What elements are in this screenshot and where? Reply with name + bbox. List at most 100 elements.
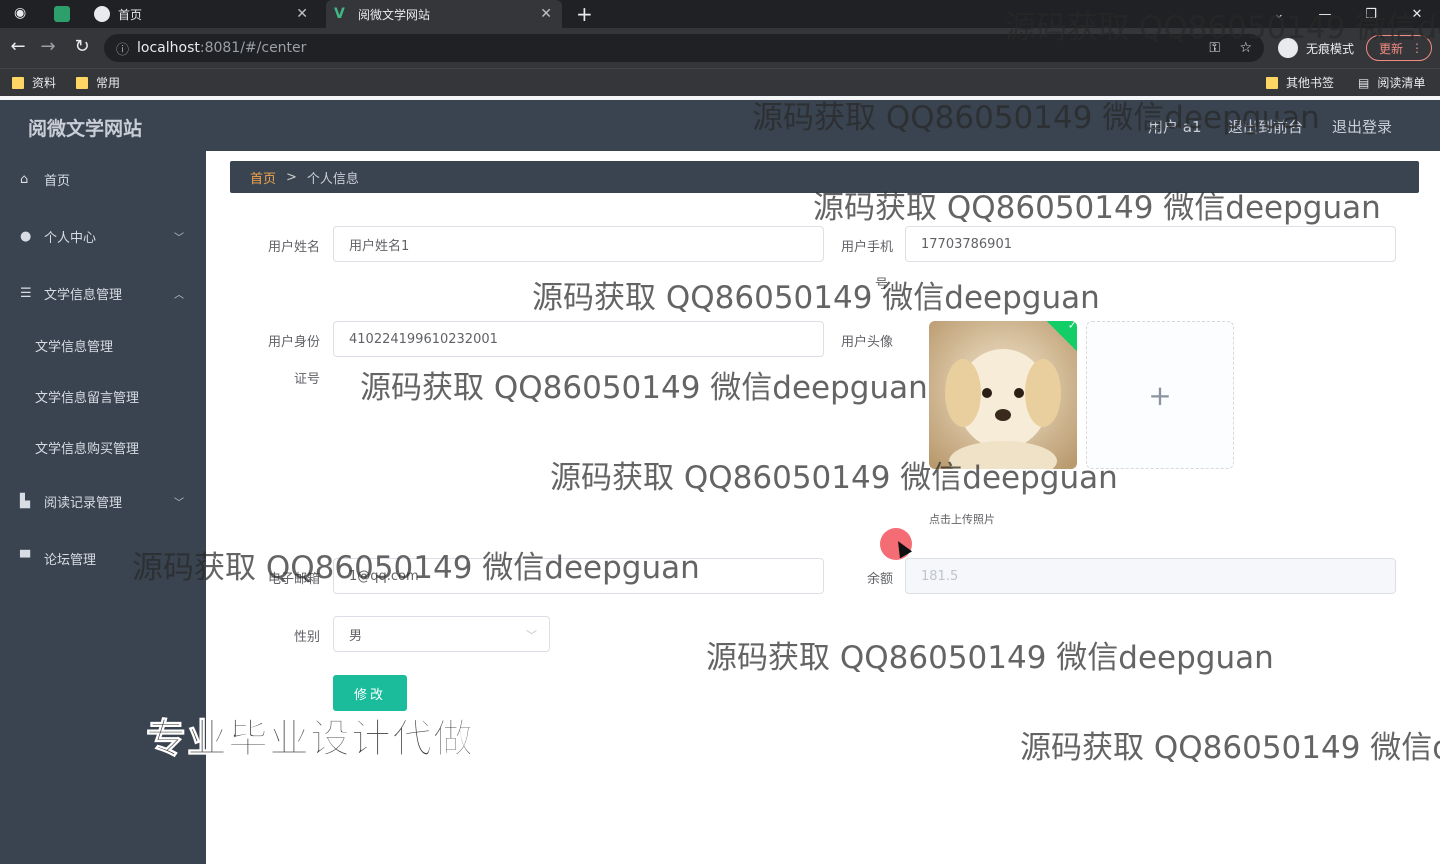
username-label: 用户姓名 (267, 240, 320, 255)
close-icon[interactable]: ✕ (296, 6, 308, 22)
reload-icon[interactable]: ↻ (70, 36, 94, 57)
tab-label: 阅微文学网站 (358, 7, 431, 22)
upload-button[interactable]: + (1086, 321, 1234, 469)
sidebar-item-label: 论坛管理 (44, 552, 97, 568)
close-window-icon[interactable]: ✕ (1394, 0, 1440, 28)
globe-icon (94, 6, 110, 22)
check-icon: ✓ (1068, 321, 1077, 332)
url-input[interactable]: ⓘ localhost:8081/#/center ⚿ ☆ (104, 34, 1264, 62)
breadcrumb-home[interactable]: 首页 (250, 168, 276, 187)
restore-icon[interactable]: ❐ (1348, 0, 1394, 28)
profile-form: 用户姓名 用户姓名1 用户手机 号 17703786901 用户身份 证号 41… (230, 201, 1419, 731)
breadcrumb-current: 个人信息 (306, 171, 359, 187)
new-tab-button[interactable]: + (576, 2, 593, 26)
phone-label-wrap: 号 (874, 277, 888, 292)
email-field[interactable]: 1@qq.com (333, 558, 824, 594)
sidebar-item-label: 阅读记录管理 (44, 495, 123, 511)
phone-value: 17703786901 (921, 236, 1012, 252)
submit-button[interactable]: 修改 (333, 675, 407, 711)
idcard-field[interactable]: 410224199610232001 (333, 321, 824, 357)
reading-list[interactable]: ▤ 阅读清单 (1358, 74, 1425, 91)
tab-search-icon[interactable]: ⌄ (1256, 0, 1302, 28)
pinned-tab-icon[interactable] (54, 6, 70, 22)
balance-value: 181.5 (921, 568, 959, 584)
url-host: localhost (137, 40, 200, 56)
tab-site[interactable]: V 阅微文学网站 ✕ (326, 0, 562, 28)
forward-icon[interactable]: → (36, 36, 60, 57)
browser-menu-icon[interactable]: ◉ (14, 5, 26, 21)
folder-icon (12, 76, 24, 89)
reading-icon: ▙ (20, 494, 30, 509)
idcard-label-wrap: 证号 (293, 372, 320, 387)
sidebar-item-label: 首页 (44, 173, 71, 189)
back-icon[interactable]: ← (6, 36, 30, 57)
chevron-down-icon: ﹀ (526, 629, 537, 642)
sidebar-subitem-literature-comments[interactable]: 文学信息留言管理 (0, 376, 206, 416)
sidebar-item-label: 个人中心 (44, 230, 97, 246)
back-to-front-link[interactable]: 退出到前台 (1228, 116, 1303, 137)
info-icon[interactable]: ⓘ (116, 39, 129, 58)
window-controls: ⌄ — ❐ ✕ (1256, 0, 1440, 28)
sidebar-item-home[interactable]: ⌂ 首页 (0, 159, 206, 199)
update-button[interactable]: 更新 ⋮ (1366, 35, 1432, 61)
sidebar-subitem-literature-purchases[interactable]: 文学信息购买管理 (0, 427, 206, 467)
current-user: 用户 a1 (1148, 118, 1202, 136)
other-bookmarks[interactable]: 其他书签 (1266, 74, 1334, 91)
list-icon: ☰ (20, 286, 32, 301)
email-label: 电子邮箱 (267, 572, 320, 587)
bookmarks-bar: 资料 常用 其他书签 ▤ 阅读清单 (0, 68, 1440, 96)
bookmark-folder[interactable]: 常用 (76, 74, 120, 91)
incognito-icon (1277, 38, 1298, 58)
phone-field[interactable]: 17703786901 (905, 226, 1396, 262)
idcard-value: 410224199610232001 (349, 331, 498, 347)
main-content: 首页 > 个人信息 用户姓名 用户姓名1 用户手机 号 17703786901 … (206, 151, 1440, 864)
star-icon[interactable]: ☆ (1239, 40, 1252, 56)
sidebar: ⌂ 首页 ● 个人中心 ﹀ ☰ 文学信息管理 ︿ 文学信息管理 文学信息留言管理… (0, 151, 206, 864)
gender-value: 男 (349, 628, 363, 644)
logout-link[interactable]: 退出登录 (1332, 116, 1392, 137)
close-icon[interactable]: ✕ (540, 6, 552, 22)
browser-tab-strip: ◉ 首页 ✕ V 阅微文学网站 ✕ + ⌄ — ❐ ✕ (0, 0, 1440, 28)
breadcrumb-separator: > (286, 169, 297, 185)
sidebar-subitem-literature-info[interactable]: 文学信息管理 (0, 325, 206, 365)
sidebar-item-forum[interactable]: ▀ 论坛管理 (0, 538, 206, 578)
home-icon: ⌂ (20, 172, 29, 187)
minimize-icon[interactable]: — (1302, 0, 1348, 28)
bookmark-folder[interactable]: 资料 (12, 74, 56, 91)
idcard-label: 用户身份 (267, 335, 320, 350)
balance-field[interactable]: 181.5 (905, 558, 1396, 594)
sidebar-item-literature-management[interactable]: ☰ 文学信息管理 ︿ (0, 273, 206, 313)
update-label: 更新 (1379, 41, 1404, 56)
folder-icon (76, 76, 88, 89)
bookmark-label: 常用 (96, 76, 121, 90)
email-value: 1@qq.com (349, 568, 419, 584)
app-header: 阅微文学网站 用户 a1 退出到前台 退出登录 (0, 100, 1440, 151)
chevron-down-icon: ﹀ (174, 232, 184, 244)
username-field[interactable]: 用户姓名1 (333, 226, 824, 262)
puppy-photo (929, 321, 1077, 469)
plus-icon: + (1148, 378, 1172, 412)
incognito-label: 无痕模式 (1305, 41, 1354, 56)
key-icon[interactable]: ⚿ (1209, 40, 1220, 56)
user-icon: ● (20, 229, 32, 244)
phone-label: 用户手机 (840, 240, 893, 255)
tab-home[interactable]: 首页 ✕ (86, 0, 318, 28)
avatar-image[interactable]: ✓ (929, 321, 1077, 469)
more-icon: ⋮ (1411, 41, 1423, 55)
monitor-icon: ▀ (20, 551, 30, 566)
gender-select[interactable]: 男 ﹀ (333, 616, 550, 652)
vue-icon: V (334, 6, 345, 22)
url-path: :8081/#/center (199, 40, 307, 56)
incognito-indicator[interactable]: 无痕模式 (1277, 34, 1354, 62)
chevron-down-icon: ﹀ (174, 497, 184, 509)
tab-label: 首页 (118, 7, 143, 22)
sidebar-item-personal-center[interactable]: ● 个人中心 ﹀ (0, 216, 206, 256)
address-bar-row: ← → ↻ ⓘ localhost:8081/#/center ⚿ ☆ 无痕模式… (0, 28, 1440, 68)
bookmark-label: 资料 (32, 76, 57, 90)
bookmark-label: 阅读清单 (1377, 76, 1426, 90)
reading-list-icon: ▤ (1358, 75, 1370, 90)
breadcrumb: 首页 > 个人信息 (230, 161, 1419, 193)
gender-label: 性别 (293, 630, 320, 645)
sidebar-item-reading-records[interactable]: ▙ 阅读记录管理 ﹀ (0, 481, 206, 521)
avatar-label: 用户头像 (840, 335, 893, 350)
